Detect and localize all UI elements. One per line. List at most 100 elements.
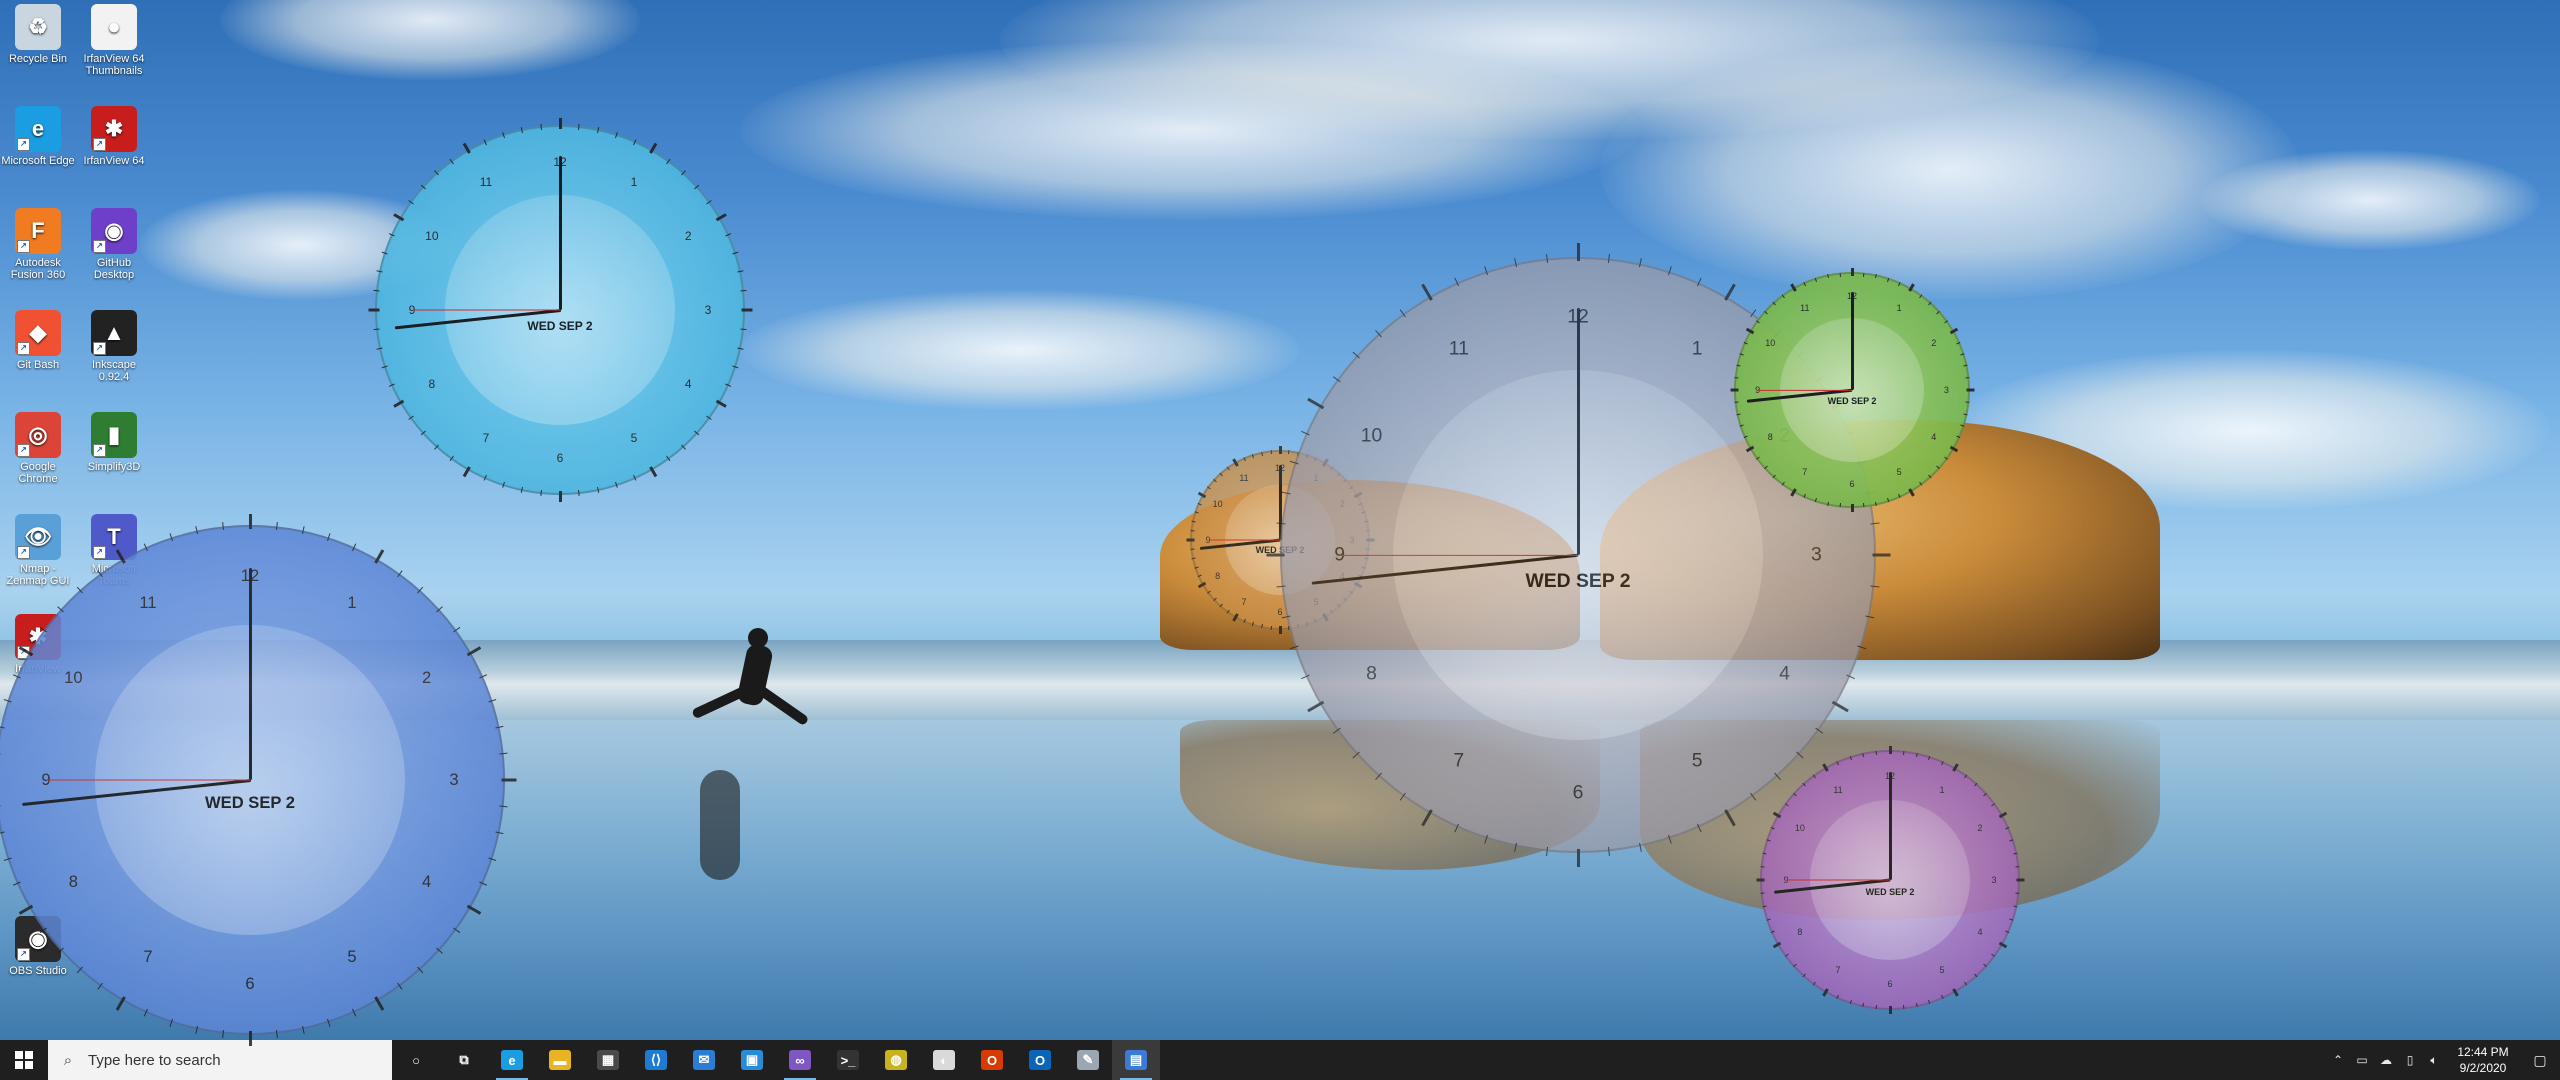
taskbar-button[interactable]: ▦ [584,1040,632,1080]
clock-tick [1886,498,1889,503]
battery-icon[interactable]: ▯ [2398,1053,2422,1067]
shortcut-arrow-icon: ↗ [17,444,30,457]
clock-tick [1771,930,1776,934]
desktop-icon[interactable]: ● IrfanView 64 Thumbnails [76,4,152,77]
clock-tick [597,486,600,493]
chevron-up-icon[interactable]: ⌃ [2326,1053,2350,1067]
desktop-icon[interactable]: ◆ ↗ Git Bash [0,310,76,371]
notification-icon[interactable]: ▢ [2520,1052,2560,1069]
taskbar-button[interactable]: ⟨⟩ [632,1040,680,1080]
taskbar-button[interactable]: ⧉ [440,1040,488,1080]
taskbar-button[interactable]: >_ [824,1040,872,1080]
shortcut-arrow-icon: ↗ [17,240,30,253]
clock-tick [1850,504,1854,512]
clock-tick [327,533,331,542]
clock-tick [1762,905,1767,908]
clock-tick [1927,301,1932,306]
clock-tick [1965,401,1970,403]
clock-number: 10 [1360,424,1383,447]
teams-icon: T ↗ [91,514,137,560]
clock-number: 10 [1765,337,1776,348]
taskbar-button[interactable]: ▤ [1112,1040,1160,1080]
clock-tick [1928,999,1931,1004]
network-icon[interactable]: ▭ [2350,1053,2374,1067]
clock-number: 1 [1939,784,1945,795]
taskbar-button[interactable]: ✎ [1064,1040,1112,1080]
cloud [740,290,1300,410]
clock-purple[interactable]: 123456789101112WED SEP 2 [1756,746,2024,1014]
outlook-icon: O [1029,1050,1051,1070]
desktop-icon[interactable]: ◉ ↗ GitHub Desktop [76,208,152,281]
cloud [2200,150,2540,250]
clock-tick [1915,1003,1918,1008]
taskbar-button[interactable]: ▣ [728,1040,776,1080]
desktop-icon[interactable]: 👁 ↗ Nmap - Zenmap GUI [0,514,76,587]
clock-number: 3 [1811,543,1822,566]
clock-tick [1206,486,1211,490]
clock-tick [1197,502,1202,506]
terminal-icon: >_ [837,1050,859,1070]
clock-tick [731,251,738,255]
taskbar-button[interactable]: ✉ [680,1040,728,1080]
desktop-icon[interactable]: ▲ ↗ Inkscape 0.92.4 [76,310,152,383]
clock-tick [382,251,388,255]
simplify3d-icon: ▮ ↗ [91,412,137,458]
taskbar-button[interactable]: ∞ [776,1040,824,1080]
file-explorer-icon: ▬ [549,1050,571,1070]
start-button[interactable] [0,1040,48,1080]
sandbox-icon: ▣ [741,1050,763,1070]
taskbar-button[interactable]: O [968,1040,1016,1080]
clock-tick [558,117,562,129]
taskbar-button[interactable]: ○ [392,1040,440,1080]
clock-tick [736,270,743,273]
clock-tick [2013,905,2018,908]
clock-tick [382,365,388,369]
clock-tick [1736,364,1741,367]
search-icon: ⌕ [63,1051,73,1069]
clock-number: 11 [1800,303,1810,314]
search-box[interactable]: ⌕ Type here to search [48,1040,392,1080]
desktop-icon-label: Simplify3D [87,461,141,473]
clock-date-label: WED SEP 2 [1865,886,1915,897]
clock-number: 1 [347,593,357,613]
desktop-icon[interactable]: ✱ ↗ IrfanView 64 [76,106,152,167]
clock-number: 7 [1241,597,1247,608]
onedrive-icon[interactable]: ☁ [2374,1053,2398,1067]
volume-icon[interactable]: 🔈︎ [2422,1053,2446,1068]
clock-hour-hand [248,568,252,780]
clock-cyan[interactable]: 123456789101112WED SEP 2 [367,117,753,503]
taskbar-button[interactable]: e [488,1040,536,1080]
clock-tick [248,1031,252,1047]
clock-tick [417,587,424,594]
clock-number: 5 [1939,965,1945,976]
clock-tick [1943,456,1948,460]
desktop-icon[interactable]: e ↗ Microsoft Edge [0,106,76,167]
clock-tick [1960,424,1965,427]
clock-tick [1191,557,1196,560]
cloud [220,0,640,80]
clock-tick [1454,278,1459,287]
clock-green[interactable]: 123456789101112WED SEP 2 [1730,268,1974,512]
desktop-icon[interactable]: F ↗ Autodesk Fusion 360 [0,208,76,281]
clock-blue[interactable]: 123456789101112WED SEP 2 [0,513,517,1047]
clock-tick [1734,377,1739,379]
taskbar-button[interactable]: ▬ [536,1040,584,1080]
taskbar-button[interactable]: O [1016,1040,1064,1080]
taskbar-button[interactable]: ◐ [920,1040,968,1080]
clock-tick [1862,1003,1865,1008]
clock-tick [408,415,414,421]
clock-number: 7 [1453,749,1465,772]
taskbar-button[interactable]: ◍ [872,1040,920,1080]
clock-number: 8 [1366,662,1377,685]
clock-tick [1668,266,1673,276]
clock-tick [2009,839,2014,842]
clock-tick [1963,981,1967,986]
clock-tick [351,543,356,551]
clock-tick [449,456,455,462]
desktop-icon[interactable]: ▮ ↗ Simplify3D [76,412,152,473]
clock-tick [1739,424,1744,427]
desktop-icon[interactable]: ♻ Recycle Bin [0,4,76,65]
desktop-icon[interactable]: ◎ ↗ Google Chrome [0,412,76,485]
clock-tick [436,606,443,613]
tray-clock[interactable]: 12:44 PM 9/2/2020 [2446,1044,2520,1076]
